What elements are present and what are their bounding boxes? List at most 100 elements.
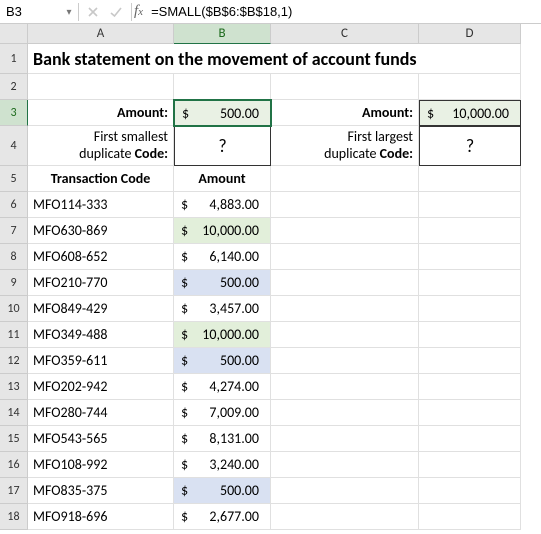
tx-amount[interactable]: $8,131.00 [174, 426, 271, 452]
tx-code[interactable]: MFO543-565 [28, 426, 174, 452]
tx-amount[interactable]: $4,274.00 [174, 374, 271, 400]
tx-code[interactable]: MFO630-869 [28, 218, 174, 244]
row-header[interactable]: 8 [0, 244, 28, 270]
cell[interactable] [419, 322, 521, 348]
th-amount[interactable]: Amount [174, 166, 271, 192]
label-line2: duplicate Code: [276, 146, 413, 162]
cell[interactable] [419, 296, 521, 322]
tx-code[interactable]: MFO210-770 [28, 270, 174, 296]
tx-amount[interactable]: $10,000.00 [174, 322, 271, 348]
cell[interactable] [271, 374, 419, 400]
row-header[interactable]: 5 [0, 166, 28, 192]
tx-amount[interactable]: $10,000.00 [174, 218, 271, 244]
cell[interactable] [419, 166, 521, 192]
amount-label-right[interactable]: Amount: [271, 100, 419, 126]
cell[interactable] [419, 74, 521, 100]
largest-code-result[interactable]: ? [419, 126, 521, 166]
row-header[interactable]: 10 [0, 296, 28, 322]
cancel-icon [87, 6, 99, 18]
page-title[interactable]: Bank statement on the movement of accoun… [28, 44, 521, 74]
smallest-amount-cell[interactable]: $500.00 [174, 100, 271, 126]
row-header[interactable]: 15 [0, 426, 28, 452]
tx-amount[interactable]: $6,140.00 [174, 244, 271, 270]
cell[interactable] [271, 400, 419, 426]
tx-amount[interactable]: $500.00 [174, 478, 271, 504]
row-header[interactable]: 12 [0, 348, 28, 374]
amount-label-left[interactable]: Amount: [28, 100, 174, 126]
row-header[interactable]: 4 [0, 126, 28, 166]
tx-code[interactable]: MFO835-375 [28, 478, 174, 504]
cell[interactable] [271, 426, 419, 452]
cell[interactable] [28, 74, 174, 100]
col-header-C[interactable]: C [271, 24, 419, 44]
tx-amount[interactable]: $4,883.00 [174, 192, 271, 218]
worksheet-grid[interactable]: A B C D 1 Bank statement on the movement… [0, 24, 541, 530]
row-header[interactable]: 2 [0, 74, 28, 100]
tx-code[interactable]: MFO202-942 [28, 374, 174, 400]
cell[interactable] [419, 348, 521, 374]
row-header[interactable]: 13 [0, 374, 28, 400]
cell[interactable] [271, 322, 419, 348]
col-header-D[interactable]: D [419, 24, 521, 44]
cell[interactable] [271, 218, 419, 244]
col-header-A[interactable]: A [28, 24, 174, 44]
tx-amount[interactable]: $500.00 [174, 348, 271, 374]
tx-amount[interactable]: $500.00 [174, 270, 271, 296]
row-header[interactable]: 6 [0, 192, 28, 218]
row-header[interactable]: 1 [0, 44, 28, 74]
cell[interactable] [419, 270, 521, 296]
cell[interactable] [271, 348, 419, 374]
row-header[interactable]: 17 [0, 478, 28, 504]
tx-code[interactable]: MFO608-652 [28, 244, 174, 270]
cell[interactable] [419, 244, 521, 270]
cell[interactable] [419, 504, 521, 530]
cell[interactable] [271, 74, 419, 100]
cell[interactable] [271, 452, 419, 478]
tx-code[interactable]: MFO280-744 [28, 400, 174, 426]
col-header-B[interactable]: B [174, 24, 271, 44]
cell[interactable] [271, 504, 419, 530]
row-header[interactable]: 9 [0, 270, 28, 296]
cell[interactable] [271, 244, 419, 270]
cell[interactable] [419, 452, 521, 478]
cell[interactable] [271, 192, 419, 218]
name-box[interactable] [0, 1, 60, 23]
cell[interactable] [271, 478, 419, 504]
cell[interactable] [419, 218, 521, 244]
cell[interactable] [419, 400, 521, 426]
tx-amount[interactable]: $7,009.00 [174, 400, 271, 426]
tx-code[interactable]: MFO114-333 [28, 192, 174, 218]
cell[interactable] [419, 478, 521, 504]
tx-amount[interactable]: $2,677.00 [174, 504, 271, 530]
row-header[interactable]: 3 [0, 100, 28, 126]
smallest-code-result[interactable]: ? [174, 126, 271, 166]
name-box-dropdown[interactable]: ▾ [60, 5, 78, 18]
row-header[interactable]: 14 [0, 400, 28, 426]
tx-amount[interactable]: $3,240.00 [174, 452, 271, 478]
tx-amount[interactable]: $3,457.00 [174, 296, 271, 322]
tx-code[interactable]: MFO349-488 [28, 322, 174, 348]
row-header[interactable]: 16 [0, 452, 28, 478]
tx-code[interactable]: MFO108-992 [28, 452, 174, 478]
select-all-corner[interactable] [0, 24, 28, 44]
row-header[interactable]: 18 [0, 504, 28, 530]
cell[interactable] [419, 374, 521, 400]
largest-amount-cell[interactable]: $10,000.00 [419, 100, 521, 126]
cell[interactable] [271, 166, 419, 192]
label-line1: First largest [276, 129, 413, 145]
cell[interactable] [271, 270, 419, 296]
first-smallest-label[interactable]: First smallest duplicate Code: [28, 126, 174, 166]
cell[interactable] [174, 74, 271, 100]
row-header[interactable]: 11 [0, 322, 28, 348]
fx-icon[interactable]: fx [132, 3, 147, 20]
cell[interactable] [419, 426, 521, 452]
tx-code[interactable]: MFO918-696 [28, 504, 174, 530]
row-header[interactable]: 7 [0, 218, 28, 244]
formula-input[interactable] [147, 4, 541, 19]
cell[interactable] [419, 192, 521, 218]
tx-code[interactable]: MFO359-611 [28, 348, 174, 374]
th-transaction-code[interactable]: Transaction Code [28, 166, 174, 192]
tx-code[interactable]: MFO849-429 [28, 296, 174, 322]
first-largest-label[interactable]: First largest duplicate Code: [271, 126, 419, 166]
cell[interactable] [271, 296, 419, 322]
